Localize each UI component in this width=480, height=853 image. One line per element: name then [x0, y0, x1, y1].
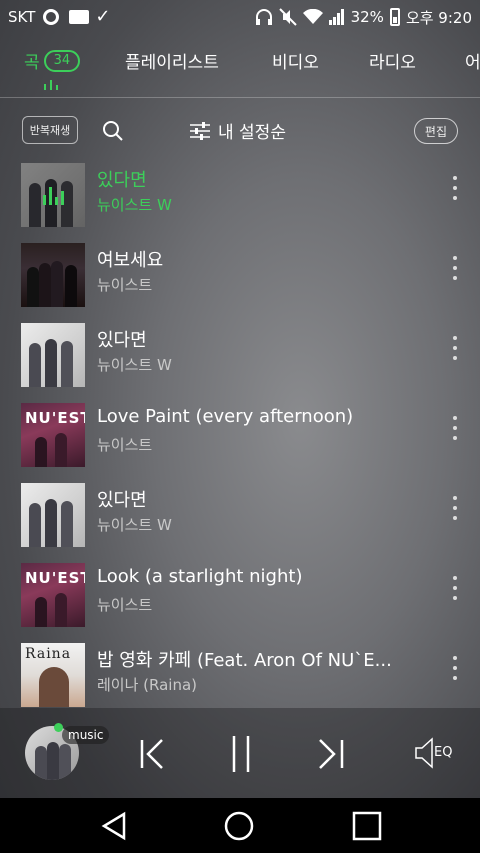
equalizer-button[interactable]: EQ [414, 736, 458, 770]
headphones-icon [255, 9, 272, 25]
mute-icon [278, 8, 297, 26]
clock: 오후 9:20 [405, 8, 472, 27]
more-options-icon[interactable] [450, 496, 460, 520]
list-toolbar: 반복재생 내 설정순 편집 [0, 110, 480, 150]
track-title: 있다면 [97, 490, 147, 511]
circle-notification-icon [43, 9, 61, 25]
album-art: NU'EST [21, 563, 85, 627]
search-icon[interactable] [102, 120, 124, 142]
track-row[interactable]: 있다면 뉴이스트 W [0, 320, 480, 400]
wifi-icon [302, 9, 323, 24]
more-options-icon[interactable] [450, 656, 460, 680]
tab-radio[interactable]: 라디오 [369, 48, 416, 73]
track-artist: 뉴이스트 [97, 436, 153, 454]
track-title: 여보세요 [97, 250, 164, 271]
sliders-icon [190, 121, 210, 140]
track-row[interactable]: 있다면 뉴이스트 W [0, 480, 480, 560]
album-art [21, 163, 85, 227]
track-list: 있다면 뉴이스트 W 여보세요 뉴이스트 있다면 뉴이스트 W NU'EST L… [0, 160, 480, 720]
more-options-icon[interactable] [450, 256, 460, 280]
sort-label: 내 설정순 [218, 123, 286, 143]
more-options-icon[interactable] [450, 336, 460, 360]
track-artist: 뉴이스트 W [97, 196, 172, 214]
repeat-label: 반복재생 [29, 124, 71, 137]
edit-label: 편집 [424, 124, 447, 139]
track-artist: 레이나 (Raina) [97, 676, 198, 694]
track-title: 밥 영화 카페 (Feat. Aron Of NU`E... [97, 650, 392, 671]
more-options-icon[interactable] [450, 416, 460, 440]
signal-icon [328, 9, 344, 25]
edit-button[interactable]: 편집 [413, 118, 458, 144]
mail-icon [69, 9, 90, 25]
more-options-icon[interactable] [450, 176, 460, 200]
track-artist: 뉴이스트 [97, 596, 153, 614]
now-playing-indicator-icon [42, 80, 60, 90]
mini-player: music EQ [0, 708, 480, 798]
album-art-logo: NU'EST [25, 409, 85, 427]
tab-bar: 곡 34 플레이리스트 비디오 라디오 어 [0, 34, 480, 98]
tab-songs[interactable]: 곡 34 [24, 48, 81, 73]
status-bar: SKT ✓ 32% 오후 9:20 [0, 0, 480, 34]
tab-videos[interactable]: 비디오 [272, 48, 319, 73]
carrier-label: SKT [8, 8, 36, 26]
track-row[interactable]: NU'EST Love Paint (every afternoon) 뉴이스트 [0, 400, 480, 480]
recent-apps-icon[interactable] [351, 810, 383, 842]
album-art-logo: Raina [25, 646, 72, 662]
album-art: NU'EST [21, 403, 85, 467]
album-art [21, 483, 85, 547]
more-options-icon[interactable] [450, 576, 460, 600]
system-nav-bar [0, 798, 480, 853]
eq-label: EQ [434, 745, 453, 760]
track-row[interactable]: 있다면 뉴이스트 W [0, 160, 480, 240]
battery-icon [389, 8, 400, 26]
track-row[interactable]: NU'EST Look (a starlight night) 뉴이스트 [0, 560, 480, 640]
pause-icon[interactable] [222, 732, 262, 776]
album-art-logo: NU'EST [25, 569, 85, 587]
music-tag: music [62, 726, 110, 744]
album-art [21, 243, 85, 307]
screen: SKT ✓ 32% 오후 9:20 곡 34 플레이리스트 비디오 라디오 어 [0, 0, 480, 798]
track-title: Love Paint (every afternoon) [97, 406, 354, 427]
next-track-icon[interactable] [310, 732, 350, 776]
track-row[interactable]: 여보세요 뉴이스트 [0, 240, 480, 320]
repeat-button[interactable]: 반복재생 [22, 116, 78, 144]
previous-track-icon[interactable] [134, 732, 174, 776]
track-title: Look (a starlight night) [97, 566, 303, 587]
battery-percent: 32% [350, 8, 384, 26]
track-artist: 뉴이스트 W [97, 516, 172, 534]
tab-songs-label: 곡 [24, 53, 40, 73]
album-art: Raina [21, 643, 85, 707]
home-icon[interactable] [223, 810, 255, 842]
tab-playlists[interactable]: 플레이리스트 [125, 48, 219, 73]
equalizer-icon [21, 163, 85, 227]
tab-songs-count-badge: 34 [43, 49, 81, 72]
status-dot [54, 723, 63, 732]
track-artist: 뉴이스트 W [97, 356, 172, 374]
track-title: 있다면 [97, 170, 147, 191]
track-artist: 뉴이스트 [97, 276, 153, 294]
tab-more[interactable]: 어 [465, 48, 480, 73]
back-icon[interactable] [98, 810, 130, 842]
album-art [21, 323, 85, 387]
sort-button[interactable]: 내 설정순 [190, 118, 286, 143]
download-done-icon: ✓ [95, 6, 111, 27]
track-title: 있다면 [97, 330, 147, 351]
